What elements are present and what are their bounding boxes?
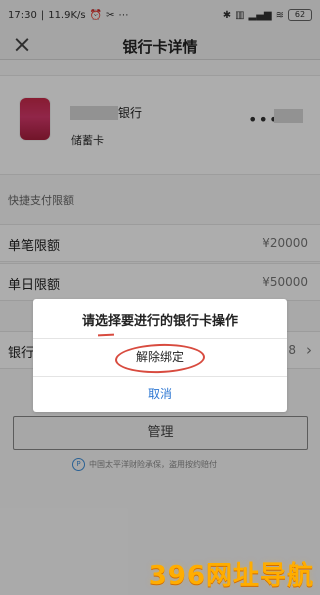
site-watermark: 396网址导航 — [148, 561, 314, 591]
dialog-title: 请选择要进行的银行卡操作 — [81, 314, 238, 329]
cancel-button[interactable]: 取消 — [33, 377, 287, 412]
modal-overlay — [0, 0, 320, 595]
